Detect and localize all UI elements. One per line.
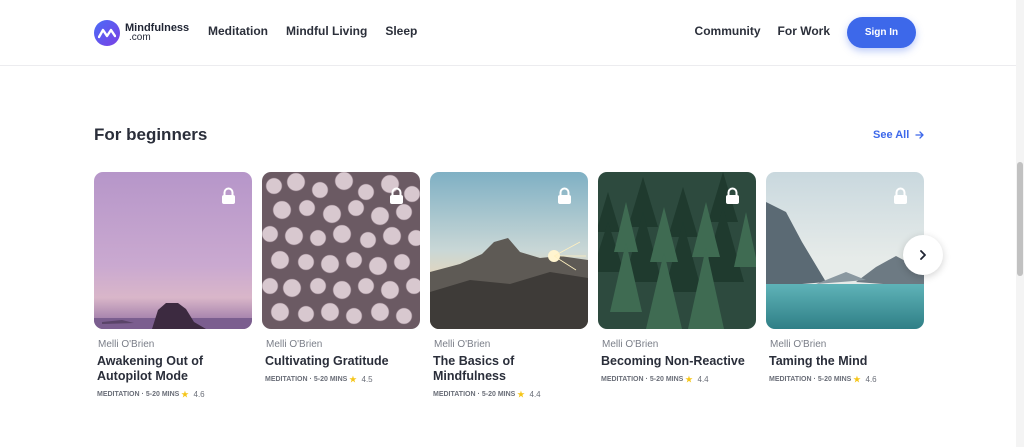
logo-mark-icon — [94, 20, 120, 46]
course-category: MEDITATION — [97, 391, 140, 398]
course-meta: MEDITATION · 5-20 MINS ★ 4.4 — [433, 390, 541, 399]
course-duration: 5-20 MINS — [313, 376, 348, 383]
course-meta: MEDITATION · 5-20 MINS ★ 4.5 — [265, 375, 373, 384]
course-author: Melli O'Brien — [434, 339, 491, 350]
course-title[interactable]: Awakening Out of Autopilot Mode — [97, 354, 252, 384]
course-duration: 5-20 MINS — [145, 391, 180, 398]
course-author: Melli O'Brien — [770, 339, 827, 350]
secondary-nav: Community For Work — [678, 24, 830, 38]
logo-sub: .com — [129, 32, 151, 43]
star-icon: ★ — [685, 375, 693, 384]
lock-icon — [558, 187, 571, 204]
primary-nav: Meditation Mindful Living Sleep — [208, 24, 435, 38]
course-category: MEDITATION — [601, 376, 644, 383]
course-category: MEDITATION — [769, 376, 812, 383]
section-title: For beginners — [94, 125, 208, 144]
lock-icon — [390, 187, 403, 204]
chevron-right-icon — [920, 250, 926, 260]
course-thumbnail — [262, 172, 420, 329]
course-card[interactable]: Melli O'Brien Taming the Mind MEDITATION… — [766, 172, 924, 384]
course-category: MEDITATION — [265, 376, 308, 383]
course-duration: 5-20 MINS — [817, 376, 852, 383]
course-title[interactable]: The Basics of Mindfulness — [433, 354, 588, 384]
course-category: MEDITATION — [433, 391, 476, 398]
course-duration: 5-20 MINS — [649, 376, 684, 383]
course-meta: MEDITATION · 5-20 MINS ★ 4.4 — [601, 375, 709, 384]
logo[interactable]: Mindfulness .com — [94, 20, 189, 46]
site-header: Mindfulness .com Meditation Mindful Livi… — [0, 0, 1024, 66]
course-title[interactable]: Cultivating Gratitude — [265, 354, 420, 369]
course-title[interactable]: Taming the Mind — [769, 354, 924, 369]
course-duration: 5-20 MINS — [481, 391, 516, 398]
course-card[interactable]: Melli O'Brien Awakening Out of Autopilot… — [94, 172, 252, 399]
course-rating: 4.4 — [529, 390, 541, 399]
nav-sleep[interactable]: Sleep — [385, 24, 417, 38]
sign-in-button[interactable]: Sign In — [847, 17, 916, 48]
lock-icon — [726, 187, 739, 204]
course-rating: 4.4 — [697, 375, 709, 384]
lock-icon — [894, 187, 907, 204]
course-meta: MEDITATION · 5-20 MINS ★ 4.6 — [769, 375, 877, 384]
course-card[interactable]: Melli O'Brien Becoming Non-Reactive MEDI… — [598, 172, 756, 384]
scrollbar-thumb[interactable] — [1017, 162, 1023, 276]
see-all-link[interactable]: See All — [873, 129, 925, 141]
course-meta: MEDITATION · 5-20 MINS ★ 4.6 — [97, 390, 205, 399]
course-author: Melli O'Brien — [602, 339, 659, 350]
page-scrollbar[interactable] — [1016, 0, 1024, 447]
course-thumbnail — [766, 172, 924, 329]
course-author: Melli O'Brien — [266, 339, 323, 350]
star-icon: ★ — [181, 390, 189, 399]
carousel-next-button[interactable] — [903, 235, 943, 275]
course-rating: 4.6 — [865, 375, 877, 384]
nav-community[interactable]: Community — [695, 24, 761, 38]
course-rating: 4.6 — [193, 390, 205, 399]
see-all-label: See All — [873, 129, 910, 141]
course-thumbnail — [598, 172, 756, 329]
star-icon: ★ — [853, 375, 861, 384]
star-icon: ★ — [349, 375, 357, 384]
nav-meditation[interactable]: Meditation — [208, 24, 268, 38]
course-rating: 4.5 — [361, 375, 373, 384]
star-icon: ★ — [517, 390, 525, 399]
nav-mindful-living[interactable]: Mindful Living — [286, 24, 367, 38]
lock-icon — [222, 187, 235, 204]
nav-for-work[interactable]: For Work — [778, 24, 830, 38]
course-title[interactable]: Becoming Non-Reactive — [601, 354, 756, 369]
course-thumbnail — [430, 172, 588, 329]
arrow-right-icon — [915, 131, 924, 139]
course-author: Melli O'Brien — [98, 339, 155, 350]
course-card[interactable]: Melli O'Brien Cultivating Gratitude MEDI… — [262, 172, 420, 384]
course-card[interactable]: Melli O'Brien The Basics of Mindfulness … — [430, 172, 588, 399]
course-thumbnail — [94, 172, 252, 329]
